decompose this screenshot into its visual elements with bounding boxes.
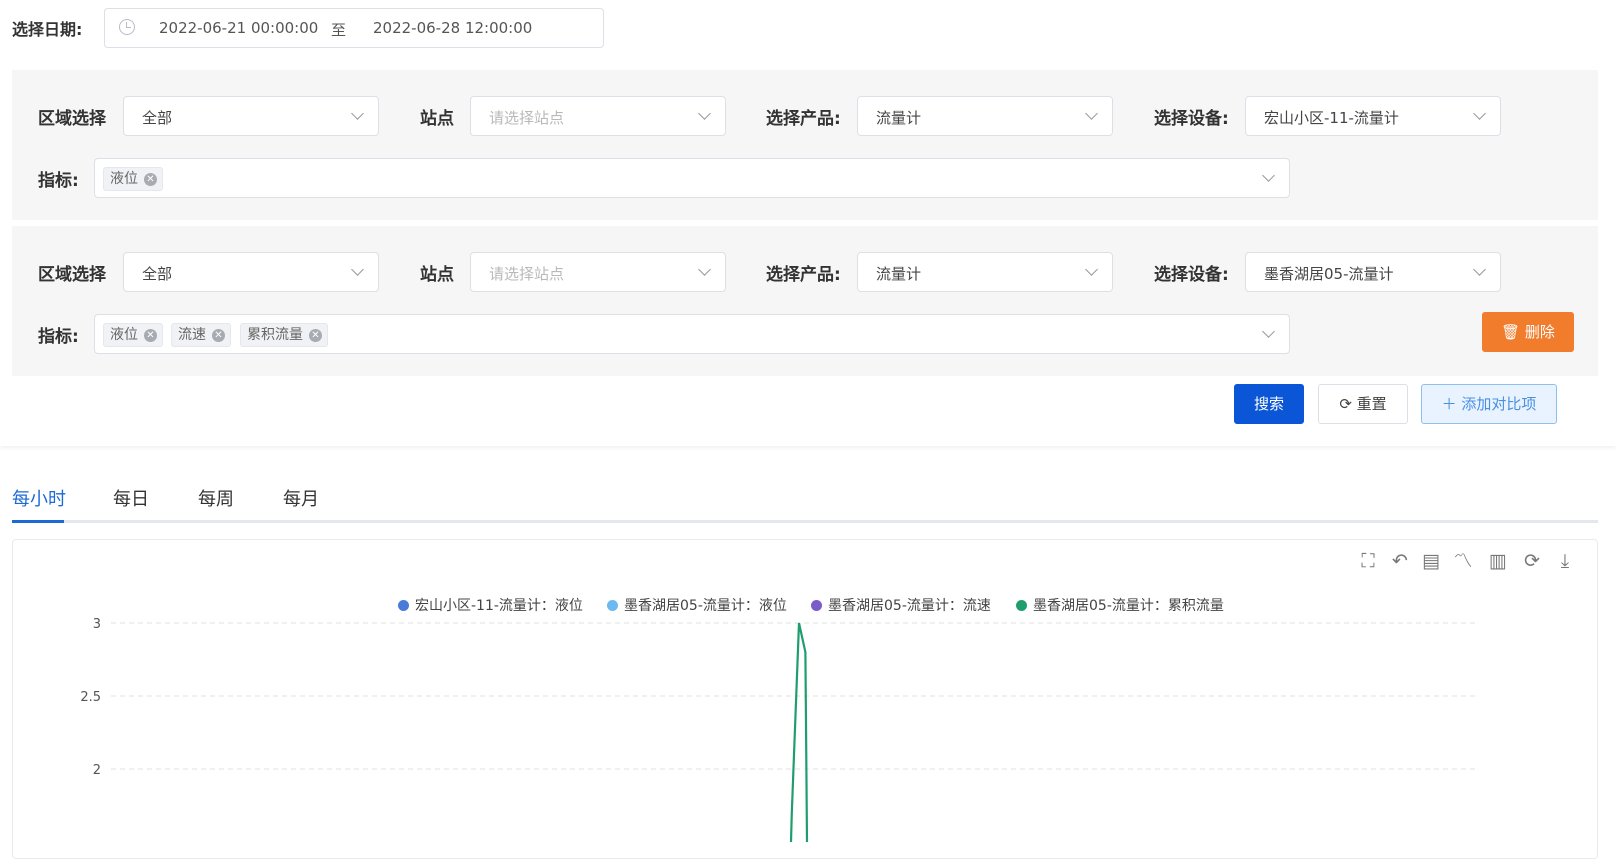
end-date[interactable]: 2022-06-28 12:00:00 — [373, 19, 532, 37]
y-tick-label: 2.5 — [80, 690, 101, 705]
date-label: 选择日期: — [12, 20, 83, 39]
station-label: 站点 — [420, 109, 454, 129]
chevron-down-icon — [1473, 107, 1486, 120]
series-line — [789, 622, 809, 843]
tag-close-icon[interactable]: ✕ — [144, 173, 157, 186]
station-select[interactable]: 请选择站点 — [470, 96, 726, 136]
add-compare-button[interactable]: ＋ 添加对比项 — [1421, 384, 1557, 424]
tag-close-icon[interactable]: ✕ — [144, 329, 157, 342]
chevron-down-icon — [698, 263, 711, 276]
chevron-down-icon — [1085, 107, 1098, 120]
plus-icon: ＋ — [1441, 395, 1457, 413]
metric-multiselect[interactable]: 液位 ✕ 流速 ✕ 累积流量 ✕ — [94, 314, 1290, 354]
device-value: 宏山小区-11-流量计 — [1264, 109, 1399, 127]
station-select[interactable]: 请选择站点 — [470, 252, 726, 292]
granularity-tabs: 每小时 每日 每周 每月 — [12, 477, 1598, 523]
chevron-down-icon — [351, 263, 364, 276]
metric-tag: 流速 ✕ — [171, 323, 231, 347]
product-value: 流量计 — [876, 265, 922, 283]
region-label: 区域选择 — [38, 265, 106, 285]
metric-tag: 液位 ✕ — [103, 323, 163, 347]
trash-icon: 🗑 — [1501, 323, 1521, 341]
device-label: 选择设备: — [1154, 265, 1229, 285]
product-select[interactable]: 流量计 — [857, 96, 1113, 136]
chevron-down-icon — [1262, 169, 1275, 182]
chart-plot-area: 32.52 — [80, 617, 1475, 843]
search-button[interactable]: 搜索 — [1234, 384, 1304, 424]
clock-icon — [119, 19, 135, 35]
device-select[interactable]: 宏山小区-11-流量计 — [1245, 96, 1501, 136]
device-label: 选择设备: — [1154, 109, 1229, 129]
product-label: 选择产品: — [766, 265, 841, 285]
chart-panel: ⛶ ↶ ▤ 〽 ▥ ⟳ ⤓ 宏山小区-11-流量计：液位 墨香湖居05-流量计：… — [12, 539, 1598, 859]
device-select[interactable]: 墨香湖居05-流量计 — [1245, 252, 1501, 292]
device-value: 墨香湖居05-流量计 — [1264, 265, 1394, 283]
date-range-picker[interactable]: 2022-06-21 00:00:00 至 2022-06-28 12:00:0… — [104, 8, 604, 48]
product-value: 流量计 — [876, 109, 922, 127]
chevron-down-icon — [1085, 263, 1098, 276]
chevron-down-icon — [1473, 263, 1486, 276]
metric-label: 指标: — [38, 327, 79, 347]
tag-close-icon[interactable]: ✕ — [212, 329, 225, 342]
product-label: 选择产品: — [766, 109, 841, 129]
y-tick-label: 3 — [93, 617, 101, 632]
metric-label: 指标: — [38, 171, 79, 191]
active-tab-indicator — [12, 520, 64, 523]
y-tick-label: 2 — [93, 763, 101, 778]
station-placeholder: 请选择站点 — [489, 265, 565, 283]
compare-group-1: 区域选择 全部 站点 请选择站点 选择产品: 流量计 选择设备: 宏山小区-11… — [12, 70, 1598, 220]
chevron-down-icon — [1262, 325, 1275, 338]
tag-close-icon[interactable]: ✕ — [309, 329, 322, 342]
filter-section: 选择日期: 2022-06-21 00:00:00 至 2022-06-28 1… — [0, 0, 1616, 446]
refresh-icon: ⟳ — [1339, 395, 1352, 413]
chevron-down-icon — [351, 107, 364, 120]
region-value: 全部 — [142, 109, 173, 127]
metric-multiselect[interactable]: 液位 ✕ — [94, 158, 1290, 198]
reset-button[interactable]: ⟳ 重置 — [1318, 384, 1408, 424]
compare-group-2: 区域选择 全部 站点 请选择站点 选择产品: 流量计 选择设备: 墨香湖居05-… — [12, 226, 1598, 376]
region-select[interactable]: 全部 — [123, 252, 379, 292]
tab-weekly[interactable]: 每周 — [198, 485, 234, 511]
station-placeholder: 请选择站点 — [489, 109, 565, 127]
date-separator: 至 — [331, 21, 347, 39]
product-select[interactable]: 流量计 — [857, 252, 1113, 292]
region-label: 区域选择 — [38, 109, 106, 129]
tab-hourly[interactable]: 每小时 — [12, 485, 66, 511]
chevron-down-icon — [698, 107, 711, 120]
region-value: 全部 — [142, 265, 173, 283]
delete-button[interactable]: 🗑 删除 — [1482, 312, 1574, 352]
metric-tag: 累积流量 ✕ — [240, 323, 328, 347]
metric-tag: 液位 ✕ — [103, 167, 163, 191]
tab-monthly[interactable]: 每月 — [283, 485, 319, 511]
start-date[interactable]: 2022-06-21 00:00:00 — [159, 19, 318, 37]
region-select[interactable]: 全部 — [123, 96, 379, 136]
tab-daily[interactable]: 每日 — [113, 485, 149, 511]
station-label: 站点 — [420, 265, 454, 285]
